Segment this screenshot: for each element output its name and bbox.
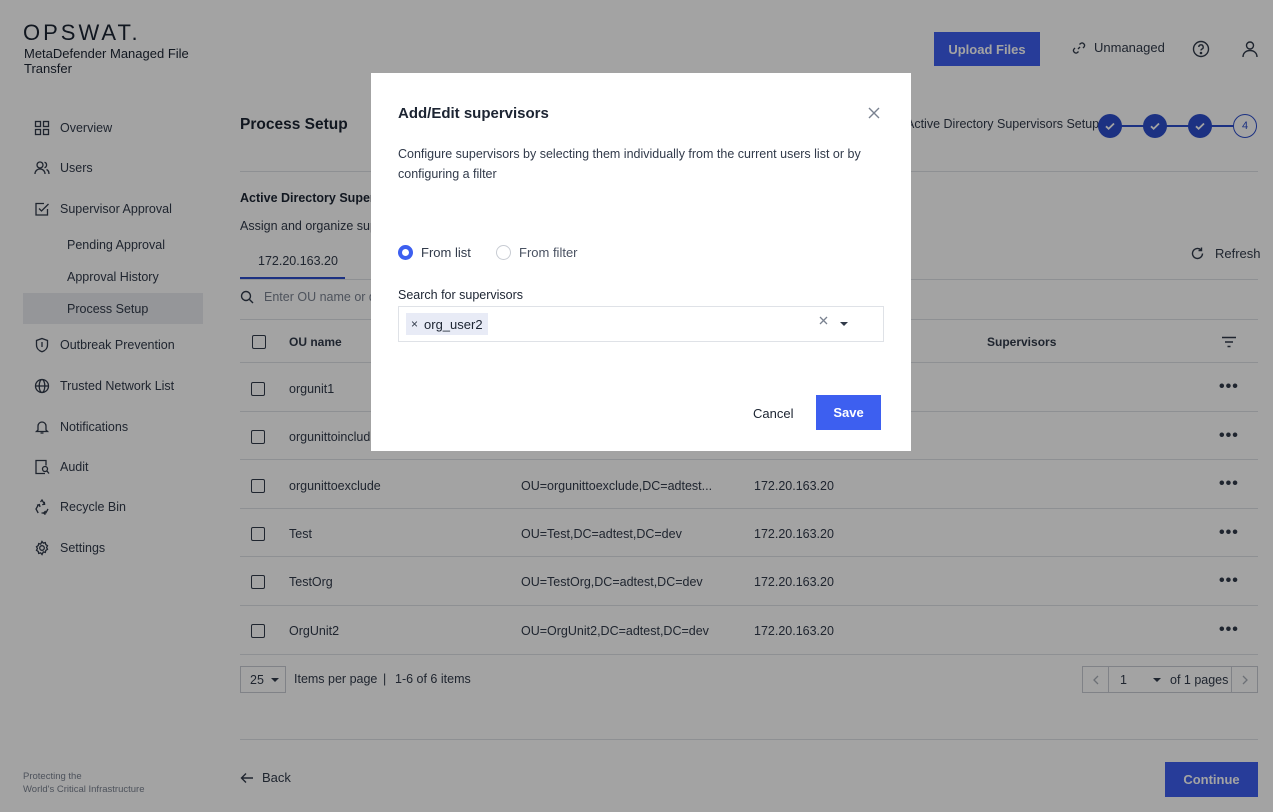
save-button[interactable]: Save <box>816 395 881 430</box>
remove-chip-icon[interactable]: × <box>411 317 418 331</box>
radio-unselected-icon <box>496 245 511 260</box>
cancel-button[interactable]: Cancel <box>753 406 793 421</box>
radio-label: From filter <box>519 245 578 260</box>
search-supervisors-input[interactable]: × org_user2 <box>398 306 884 342</box>
add-edit-supervisors-dialog: Add/Edit supervisors Configure superviso… <box>371 73 911 451</box>
search-supervisors-label: Search for supervisors <box>398 288 524 302</box>
selected-supervisor-chip: × org_user2 <box>406 313 488 335</box>
clear-selection-icon[interactable] <box>819 316 828 325</box>
dialog-title: Add/Edit supervisors <box>398 105 549 122</box>
radio-from-list[interactable]: From list <box>398 245 471 260</box>
chip-label: org_user2 <box>424 316 483 332</box>
radio-selected-icon <box>398 245 413 260</box>
radio-label: From list <box>421 245 471 260</box>
close-icon[interactable] <box>867 106 881 120</box>
dialog-description: Configure supervisors by selecting them … <box>398 147 861 181</box>
chevron-down-icon[interactable] <box>840 322 848 326</box>
radio-from-filter[interactable]: From filter <box>496 245 578 260</box>
